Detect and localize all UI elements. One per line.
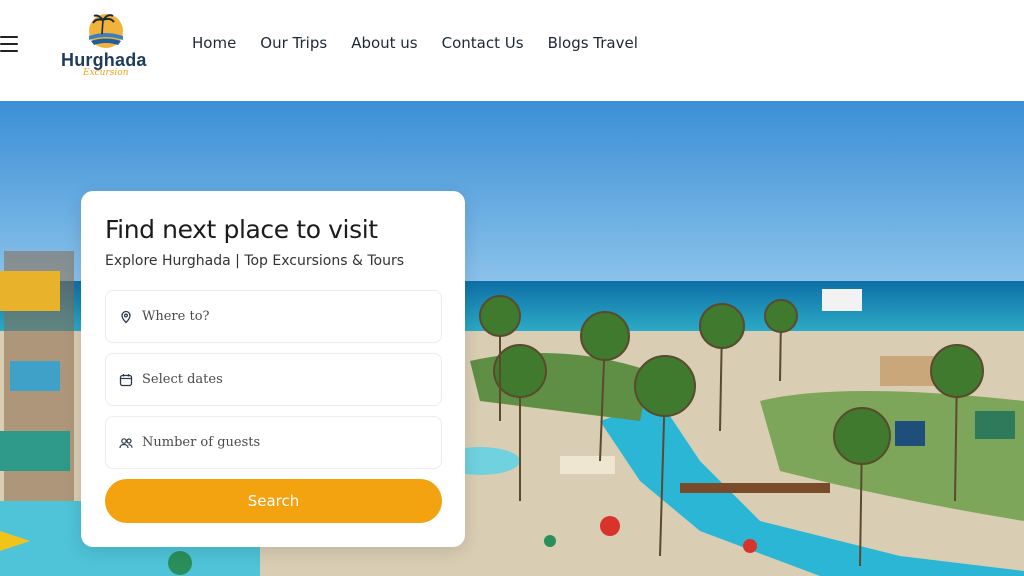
destination-input[interactable] bbox=[142, 309, 422, 324]
destination-field[interactable] bbox=[105, 290, 442, 343]
logo[interactable]: Hurghada Excursion bbox=[58, 10, 158, 82]
card-subtitle: Explore Hurghada | Top Excursions & Tour… bbox=[105, 253, 404, 269]
nav-contact-us[interactable]: Contact Us bbox=[442, 34, 524, 52]
nav-blogs-travel[interactable]: Blogs Travel bbox=[548, 34, 638, 52]
calendar-icon bbox=[119, 373, 133, 387]
nav-home[interactable]: Home bbox=[192, 34, 236, 52]
nav-about-us[interactable]: About us bbox=[351, 34, 417, 52]
hamburger-icon[interactable] bbox=[0, 36, 18, 52]
dates-input[interactable] bbox=[142, 372, 422, 387]
site-header: Hurghada Excursion Home Our Trips About … bbox=[0, 0, 1024, 101]
main-nav: Home Our Trips About us Contact Us Blogs… bbox=[192, 34, 662, 52]
logo-tagline: Excursion bbox=[83, 68, 129, 78]
nav-our-trips[interactable]: Our Trips bbox=[260, 34, 327, 52]
search-button[interactable]: Search bbox=[105, 479, 442, 523]
guests-field[interactable] bbox=[105, 416, 442, 469]
users-icon bbox=[119, 436, 133, 450]
search-card: Find next place to visit Explore Hurghad… bbox=[81, 191, 465, 547]
card-title: Find next place to visit bbox=[105, 215, 378, 244]
map-pin-icon bbox=[119, 310, 133, 324]
guests-input[interactable] bbox=[142, 435, 422, 450]
dates-field[interactable] bbox=[105, 353, 442, 406]
